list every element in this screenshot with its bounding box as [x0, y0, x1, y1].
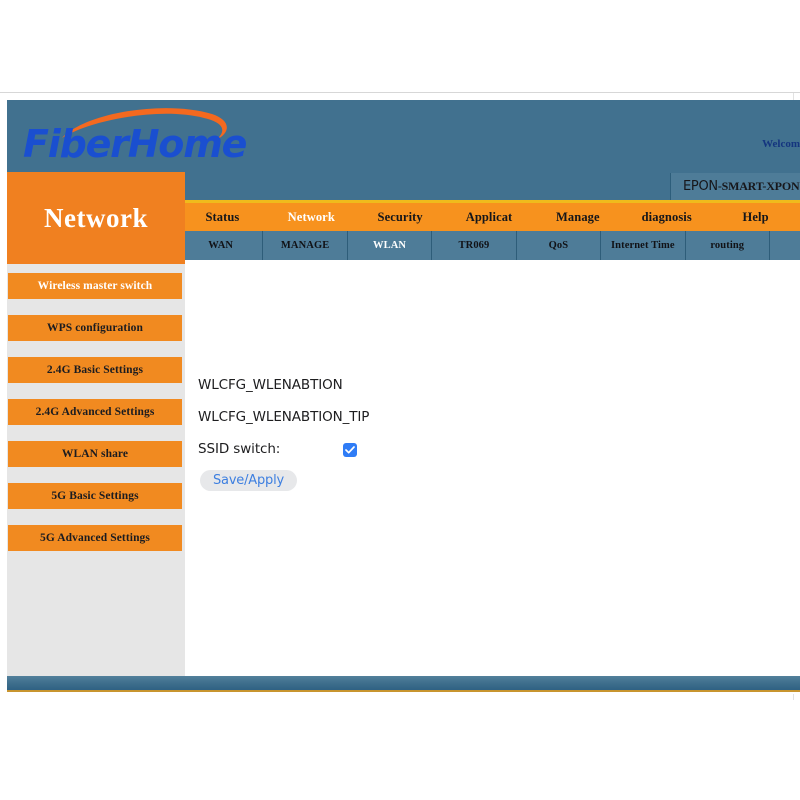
subnav-item-wan[interactable]: WAN: [178, 231, 264, 260]
page-title-text: Network: [44, 202, 148, 233]
subnav-item-wlan[interactable]: WLAN: [348, 231, 433, 260]
sidebar-item-2-4g-basic-settings[interactable]: 2.4G Basic Settings: [8, 357, 182, 383]
ssid-switch-label: SSID switch:: [198, 441, 281, 457]
logo-wordmark: FiberHome: [23, 122, 247, 166]
save-apply-button[interactable]: Save/Apply: [200, 470, 297, 491]
sidebar-item-wlan-share[interactable]: WLAN share: [8, 441, 182, 467]
subnav-item-internet-time[interactable]: Internet Time: [601, 231, 686, 260]
main-content: WLCFG_WLENABTION WLCFG_WLENABTION_TIP SS…: [185, 264, 800, 676]
topnav-item-status[interactable]: Status: [178, 210, 267, 225]
topnav-item-network[interactable]: Network: [267, 210, 356, 225]
device-type-text: EPON: [683, 179, 718, 194]
sidebar-menu: Wireless master switch WPS configuration 2…: [7, 264, 185, 676]
topnav-item-manage[interactable]: Manage: [533, 210, 622, 225]
checkmark-icon: [345, 446, 355, 454]
topnav-item-security[interactable]: Security: [356, 210, 445, 225]
footer-rule: [7, 690, 800, 692]
sidebar-item-wireless-master-switch[interactable]: Wireless master switch: [8, 273, 182, 299]
topnav-item-applicat[interactable]: Applicat: [445, 210, 534, 225]
welcome-text: Welcom: [762, 138, 800, 150]
device-model-text: -SMART-XPON: [717, 179, 800, 193]
browser-viewport: FiberHome Welcom EPON -SMART-XPON Networ…: [0, 0, 800, 800]
subnav-trailing-cell: [770, 231, 800, 260]
fiberhome-logo: FiberHome: [16, 104, 247, 182]
browser-chrome-divider: [0, 92, 800, 93]
subnav-item-manage[interactable]: MANAGE: [263, 231, 348, 260]
sidebar-item-5g-basic-settings[interactable]: 5G Basic Settings: [8, 483, 182, 509]
sidebar-item-5g-advanced-settings[interactable]: 5G Advanced Settings: [8, 525, 182, 551]
sidebar-item-2-4g-advanced-settings[interactable]: 2.4G Advanced Settings: [8, 399, 182, 425]
wlan-enable-heading: WLCFG_WLENABTION: [198, 377, 343, 393]
sidebar-item-wps-configuration[interactable]: WPS configuration: [8, 315, 182, 341]
ssid-switch-checkbox[interactable]: [343, 443, 357, 457]
primary-navigation: Status Network Security Applicat Manage diagn…: [178, 200, 800, 231]
device-model-label: EPON -SMART-XPON: [670, 173, 800, 200]
subnav-item-qos[interactable]: QoS: [517, 231, 602, 260]
wlan-enable-tip: WLCFG_WLENABTION_TIP: [198, 409, 370, 425]
subnav-item-tr069[interactable]: TR069: [432, 231, 517, 260]
router-admin-page: FiberHome Welcom EPON -SMART-XPON Networ…: [7, 100, 800, 694]
topnav-item-help[interactable]: Help: [711, 210, 800, 225]
topnav-item-diagnosis[interactable]: diagnosis: [622, 210, 711, 225]
secondary-navigation: WAN MANAGE WLAN TR069 QoS Internet Time routin…: [178, 231, 800, 260]
footer-bar: [7, 676, 800, 690]
page-title: Network: [7, 172, 185, 264]
subnav-item-routing[interactable]: routing: [686, 231, 770, 260]
